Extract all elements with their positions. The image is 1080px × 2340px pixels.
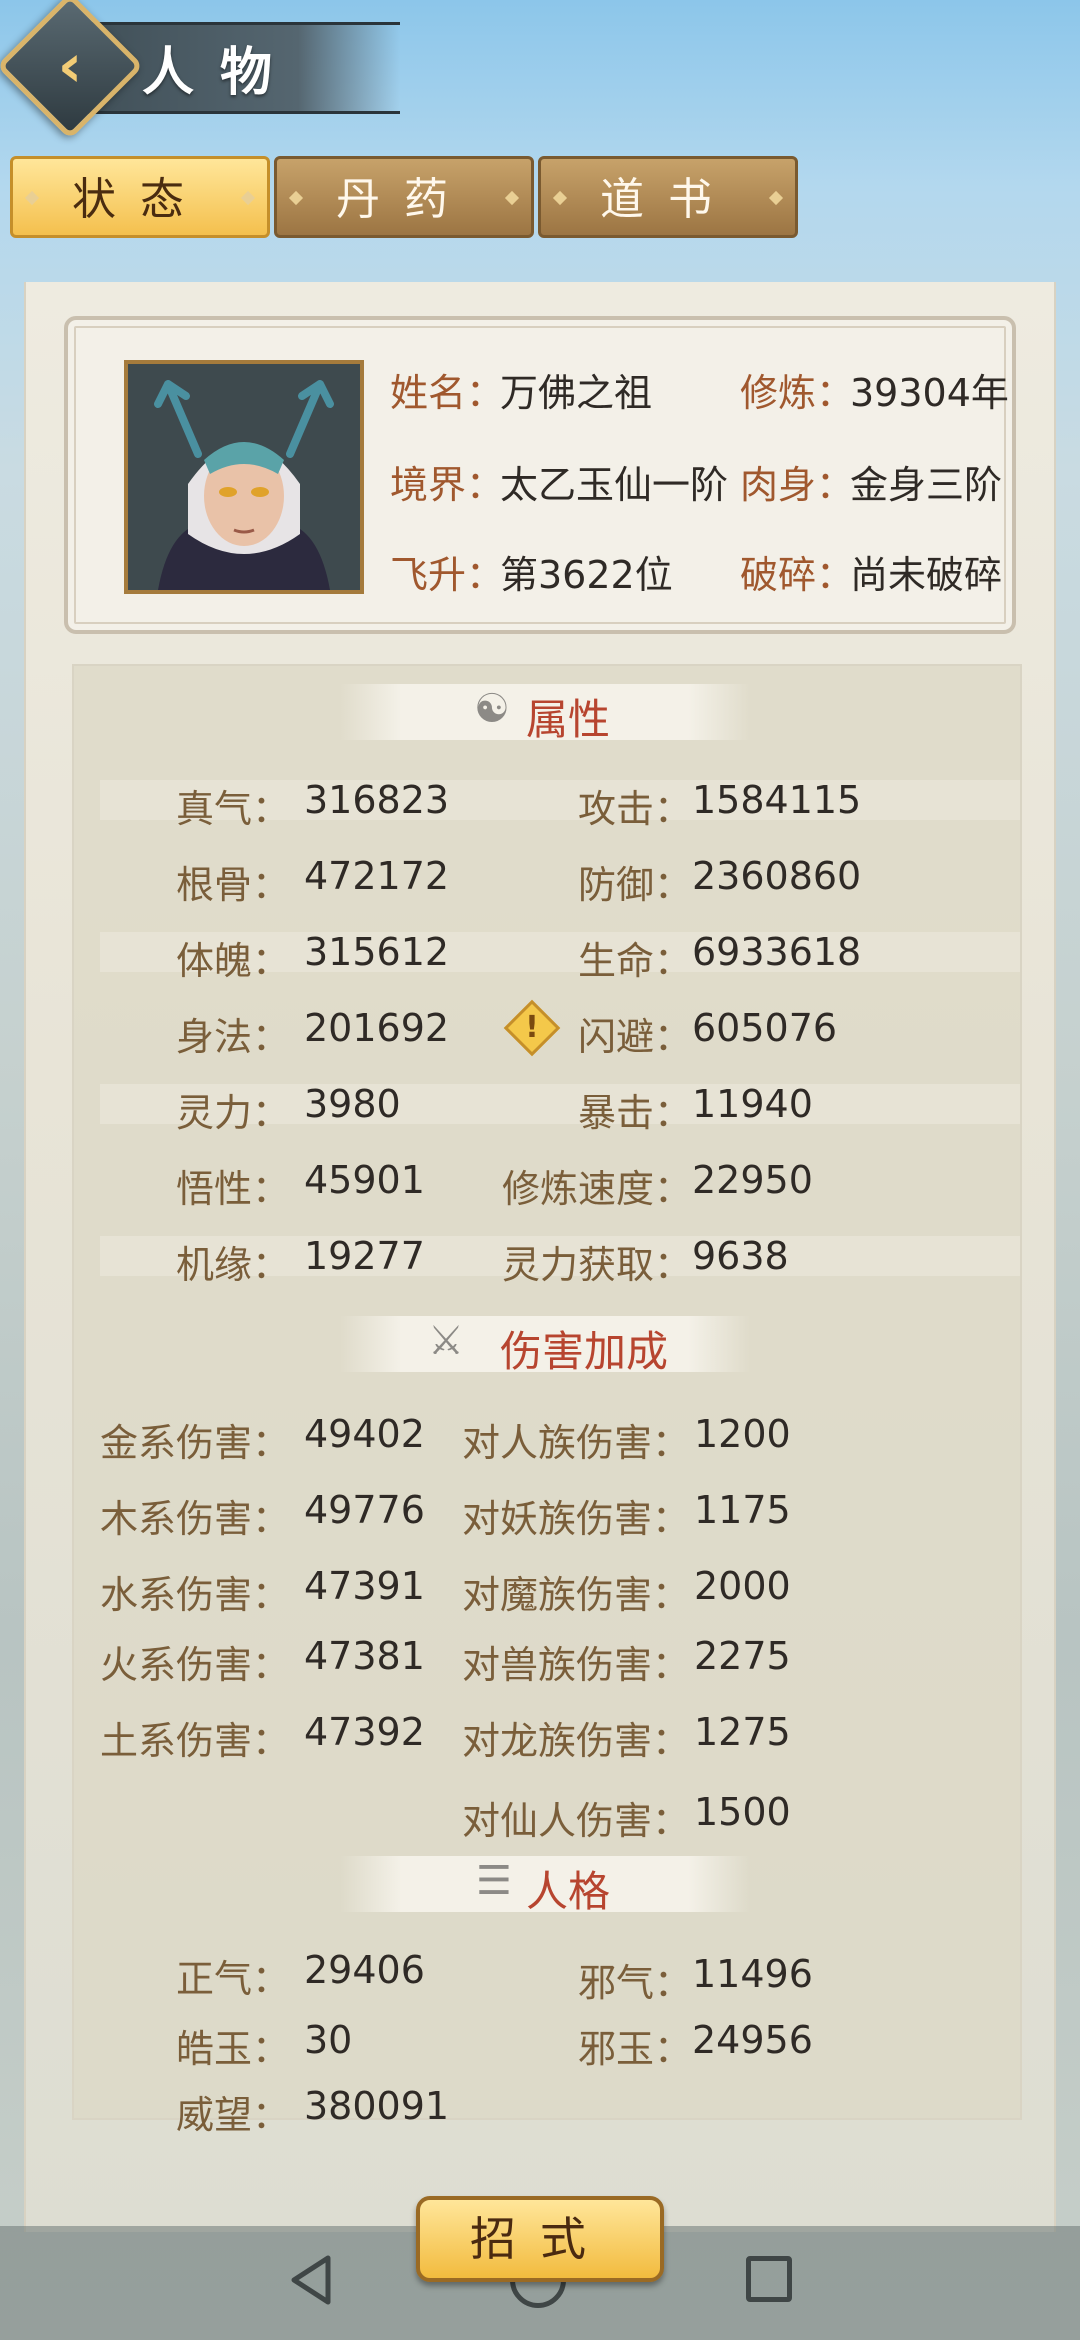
damage-value: 47392 bbox=[304, 1710, 425, 1754]
stat-label: 悟性： bbox=[175, 1167, 290, 1211]
personality-label: 邪玉： bbox=[577, 2027, 692, 2071]
ascend-value: 第3622位 bbox=[500, 553, 673, 597]
damage-label: 对魔族伤害： bbox=[461, 1573, 690, 1617]
stat-value: 19277 bbox=[304, 1234, 425, 1278]
yin-yang-icon: ☯ bbox=[474, 686, 510, 732]
personality-label: 正气： bbox=[175, 1957, 290, 2001]
cultivation-label: 修炼： bbox=[740, 371, 855, 415]
crossed-swords-icon: ⚔ bbox=[428, 1318, 464, 1364]
stat-label: 防御： bbox=[577, 863, 692, 907]
damage-label: 对妖族伤害： bbox=[461, 1497, 690, 1541]
stat-label: 身法： bbox=[175, 1015, 290, 1059]
damage-label: 土系伤害： bbox=[99, 1719, 290, 1763]
personality-value: 11496 bbox=[692, 1952, 813, 1996]
character-portrait-icon bbox=[128, 364, 360, 590]
name-value: 万佛之祖 bbox=[500, 371, 653, 415]
damage-label: 火系伤害： bbox=[99, 1643, 290, 1687]
attributes-title: 属性 bbox=[526, 695, 611, 744]
body-label: 肉身： bbox=[740, 463, 855, 507]
stat-label: 生命： bbox=[577, 939, 692, 983]
stat-label: 真气： bbox=[175, 787, 290, 831]
realm-value: 太乙玉仙一阶 bbox=[500, 463, 729, 507]
skills-button[interactable]: 招式 bbox=[416, 2196, 664, 2282]
shatter-label: 破碎： bbox=[740, 553, 855, 597]
header-bar: ‹ 人物 bbox=[0, 0, 1080, 150]
tab-daoshu[interactable]: 道书 bbox=[538, 156, 798, 238]
tab-pills[interactable]: 丹药 bbox=[274, 156, 534, 238]
tab-status[interactable]: 状态 bbox=[10, 156, 270, 238]
damage-value: 47391 bbox=[304, 1564, 425, 1608]
damage-value: 2275 bbox=[694, 1634, 791, 1678]
stat-value: 2360860 bbox=[692, 854, 862, 898]
stat-label: 根骨： bbox=[175, 863, 290, 907]
damage-label: 金系伤害： bbox=[99, 1421, 290, 1465]
damage-value: 1200 bbox=[694, 1412, 791, 1456]
personality-label: 邪气： bbox=[577, 1961, 692, 2005]
damage-value: 1175 bbox=[694, 1488, 791, 1532]
damage-value: 47381 bbox=[304, 1634, 425, 1678]
damage-label: 对兽族伤害： bbox=[461, 1643, 690, 1687]
personality-value: 24956 bbox=[692, 2018, 813, 2062]
damage-value: 2000 bbox=[694, 1564, 791, 1608]
warning-mark: ! bbox=[525, 1010, 539, 1045]
cultivation-value: 39304年 bbox=[850, 371, 1009, 415]
stat-value: 45901 bbox=[304, 1158, 425, 1202]
personality-value: 380091 bbox=[304, 2084, 450, 2128]
damage-title: 伤害加成 bbox=[500, 1327, 669, 1376]
stat-label: 攻击： bbox=[577, 787, 692, 831]
damage-label: 木系伤害： bbox=[99, 1497, 290, 1541]
tab-status-label: 状态 bbox=[72, 174, 208, 225]
stat-label: 体魄： bbox=[175, 939, 290, 983]
chevron-left-icon[interactable]: ‹ bbox=[38, 34, 102, 98]
stat-label: 机缘： bbox=[175, 1243, 290, 1287]
stat-value: 11940 bbox=[692, 1082, 813, 1126]
stat-value: 1584115 bbox=[692, 778, 862, 822]
stat-value: 315612 bbox=[304, 930, 450, 974]
damage-label: 对仙人伤害： bbox=[461, 1799, 690, 1843]
stat-label: 灵力： bbox=[175, 1091, 290, 1135]
body-value: 金身三阶 bbox=[850, 463, 1003, 507]
stat-value: 472172 bbox=[304, 854, 450, 898]
book-icon: ☰ bbox=[476, 1858, 512, 1904]
stat-value: 6933618 bbox=[692, 930, 862, 974]
personality-value: 29406 bbox=[304, 1948, 425, 1992]
damage-value: 49402 bbox=[304, 1412, 425, 1456]
stat-value: 3980 bbox=[304, 1082, 401, 1126]
personality-label: 威望： bbox=[175, 2093, 290, 2137]
ascend-label: 飞升： bbox=[390, 553, 505, 597]
stat-value: 9638 bbox=[692, 1234, 789, 1278]
tab-pills-label: 丹药 bbox=[336, 174, 472, 225]
personality-label: 皓玉： bbox=[175, 2027, 290, 2071]
damage-label: 水系伤害： bbox=[99, 1573, 290, 1617]
stat-label: 灵力获取： bbox=[501, 1243, 692, 1287]
nav-recent-icon[interactable] bbox=[746, 2256, 792, 2302]
damage-value: 49776 bbox=[304, 1488, 425, 1532]
stat-label: 闪避： bbox=[577, 1015, 692, 1059]
damage-value: 1500 bbox=[694, 1790, 791, 1834]
personality-value: 30 bbox=[304, 2018, 353, 2062]
page-title: 人物 bbox=[142, 42, 299, 103]
damage-value: 1275 bbox=[694, 1710, 791, 1754]
stat-label: 修炼速度： bbox=[501, 1167, 692, 1211]
stat-value: 22950 bbox=[692, 1158, 813, 1202]
avatar bbox=[124, 360, 364, 594]
stat-label: 暴击： bbox=[577, 1091, 692, 1135]
name-label: 姓名： bbox=[390, 371, 505, 415]
shatter-value: 尚未破碎 bbox=[850, 553, 1003, 597]
nav-back-icon[interactable] bbox=[282, 2250, 342, 2310]
stat-value: 605076 bbox=[692, 1006, 838, 1050]
damage-label: 对龙族伤害： bbox=[461, 1719, 690, 1763]
stat-value: 316823 bbox=[304, 778, 450, 822]
realm-label: 境界： bbox=[390, 463, 505, 507]
stat-value: 201692 bbox=[304, 1006, 450, 1050]
personality-title: 人格 bbox=[526, 1867, 611, 1916]
damage-label: 对人族伤害： bbox=[461, 1421, 690, 1465]
tab-daoshu-label: 道书 bbox=[600, 174, 736, 225]
